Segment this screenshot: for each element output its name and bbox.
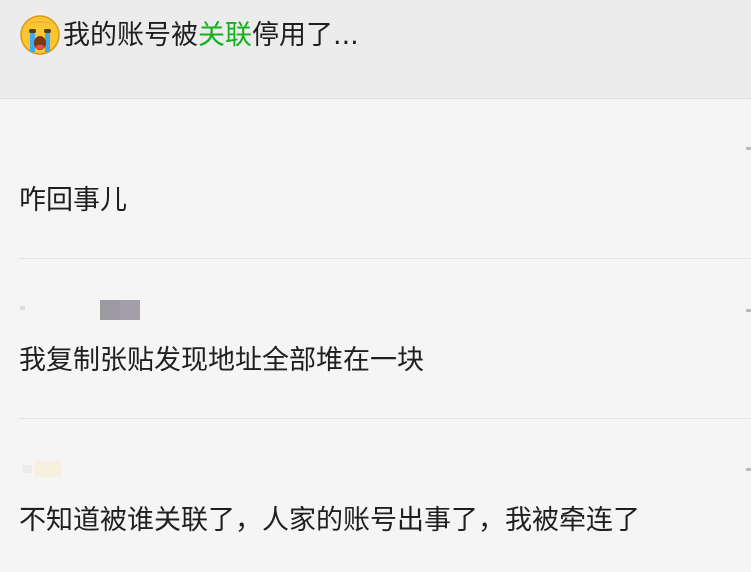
- post-text: 咋回事儿: [19, 185, 127, 216]
- blurred-avatar: [34, 461, 62, 477]
- blurred-username: [20, 306, 25, 310]
- scroll-edge-mark: [746, 147, 751, 150]
- post-text: 不知道被谁关联了，人家的账号出事了，我被牵连了: [19, 505, 640, 536]
- title-suffix: 停用了...: [252, 20, 359, 51]
- scroll-edge-mark: [746, 309, 751, 312]
- blurred-avatar: [100, 300, 140, 320]
- thread-title: 我的账号被关联停用了...: [63, 18, 359, 54]
- post-text: 我复制张贴发现地址全部堆在一块: [19, 345, 424, 376]
- post-divider: [19, 418, 751, 419]
- scroll-edge-mark: [746, 468, 751, 471]
- title-prefix: 我的账号被: [63, 20, 198, 51]
- crying-face-icon: [20, 15, 60, 55]
- post-divider: [19, 258, 751, 259]
- blurred-username: [22, 465, 32, 473]
- thread-header: 我的账号被关联停用了...: [0, 0, 751, 99]
- title-highlight: 关联: [198, 20, 252, 51]
